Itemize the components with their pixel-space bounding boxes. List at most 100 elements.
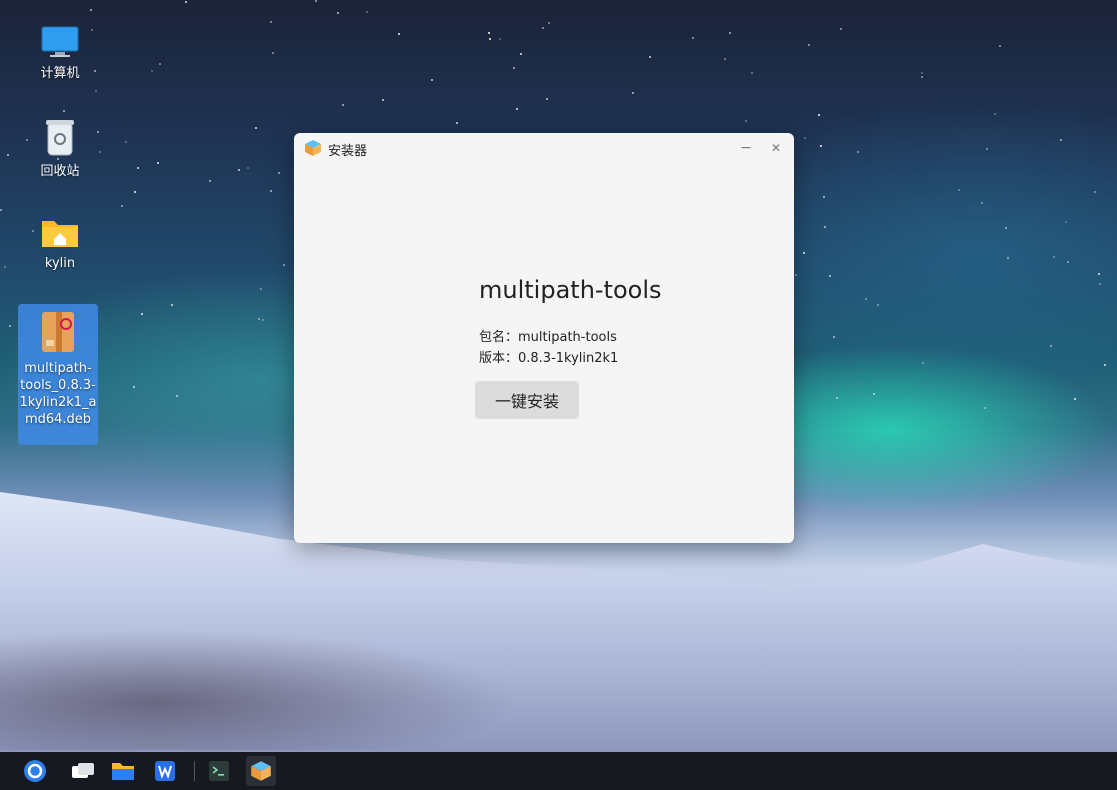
star: [873, 393, 875, 395]
close-button[interactable]: ✕: [766, 138, 786, 158]
package-version-label: 版本：0.8.3-1kylin2k1: [479, 351, 619, 366]
star: [176, 395, 178, 397]
star: [4, 266, 6, 268]
star: [865, 298, 867, 300]
star: [7, 154, 9, 156]
star: [90, 9, 92, 11]
star: [366, 11, 368, 13]
star: [1065, 221, 1067, 223]
star: [209, 180, 211, 182]
star: [824, 226, 826, 228]
installer-app-icon: [305, 140, 321, 156]
star: [1074, 398, 1076, 400]
star: [157, 162, 159, 164]
star: [745, 120, 747, 122]
desktop-icon-home[interactable]: kylin: [20, 215, 100, 272]
star: [808, 44, 810, 46]
desktop-icon-computer[interactable]: 计算机: [20, 25, 100, 82]
star: [137, 167, 139, 169]
star: [994, 113, 996, 115]
star: [398, 33, 400, 35]
star: [337, 12, 339, 14]
star: [499, 38, 501, 40]
star: [272, 52, 274, 54]
star: [829, 275, 831, 277]
star: [121, 205, 123, 207]
star: [921, 72, 923, 74]
star: [238, 169, 240, 171]
star: [260, 288, 262, 290]
deb-package-icon: [42, 312, 74, 352]
star: [795, 274, 797, 276]
star: [692, 37, 694, 39]
star: [283, 264, 285, 266]
minimize-button[interactable]: −: [736, 138, 756, 158]
star: [270, 190, 272, 192]
installer-window: 安装器 − ✕ multipath-tools 包名：multipath-too…: [294, 133, 794, 543]
star: [247, 167, 249, 169]
installer-taskbar-button[interactable]: [246, 756, 276, 786]
star: [999, 45, 1001, 47]
star: [270, 21, 272, 23]
star: [649, 56, 651, 58]
one-click-install-button[interactable]: 一键安装: [475, 381, 579, 419]
home-folder-icon: [42, 221, 78, 247]
star: [520, 53, 522, 55]
desktop-icon-deb-file[interactable]: multipath- tools_0.8.3- 1kylin2k1_a md64…: [18, 304, 98, 445]
star: [255, 127, 257, 129]
star: [840, 28, 842, 30]
star: [922, 362, 924, 364]
star: [516, 108, 518, 110]
star: [278, 172, 280, 174]
terminal-button[interactable]: [204, 756, 234, 786]
computer-icon: [41, 26, 79, 57]
star: [833, 336, 835, 338]
star: [803, 252, 805, 254]
star: [125, 141, 127, 143]
star: [63, 110, 65, 112]
star: [315, 0, 317, 2]
star: [0, 209, 2, 211]
ground-shadow: [0, 630, 520, 750]
star: [1060, 139, 1062, 141]
star: [262, 319, 264, 321]
star: [134, 191, 136, 193]
star: [632, 92, 634, 94]
desktop-icon-label: 计算机: [40, 66, 80, 81]
wps-writer-icon: [155, 761, 175, 781]
star: [981, 202, 983, 204]
star: [488, 32, 490, 34]
star: [877, 304, 879, 306]
star: [548, 22, 550, 24]
star: [1005, 227, 1007, 229]
desktop-icon-trash[interactable]: 回收站: [20, 117, 100, 180]
package-name-label: 包名：multipath-tools: [479, 330, 617, 345]
multitask-view-button[interactable]: [68, 756, 98, 786]
star: [382, 99, 384, 101]
desktop-icon-label: kylin: [44, 256, 76, 271]
wps-writer-button[interactable]: [150, 756, 180, 786]
trash-icon: [46, 120, 74, 156]
star: [456, 122, 458, 124]
taskbar: [0, 752, 1117, 790]
star: [804, 137, 806, 139]
desktop-icon-label: 回收站: [40, 164, 80, 179]
star: [342, 104, 344, 106]
star: [141, 313, 143, 315]
star: [1050, 345, 1052, 347]
star: [546, 98, 548, 100]
start-menu-button[interactable]: [20, 756, 50, 786]
star: [95, 90, 97, 92]
star: [542, 27, 544, 29]
star: [9, 325, 11, 327]
taskbar-separator: [194, 761, 195, 781]
star: [823, 196, 825, 198]
star: [921, 76, 923, 78]
installer-icon: [251, 761, 271, 781]
window-titlebar[interactable]: 安装器 − ✕: [294, 133, 794, 163]
file-manager-button[interactable]: [108, 756, 138, 786]
star: [818, 114, 820, 116]
star: [151, 70, 153, 72]
star: [836, 397, 838, 399]
star: [159, 63, 161, 65]
